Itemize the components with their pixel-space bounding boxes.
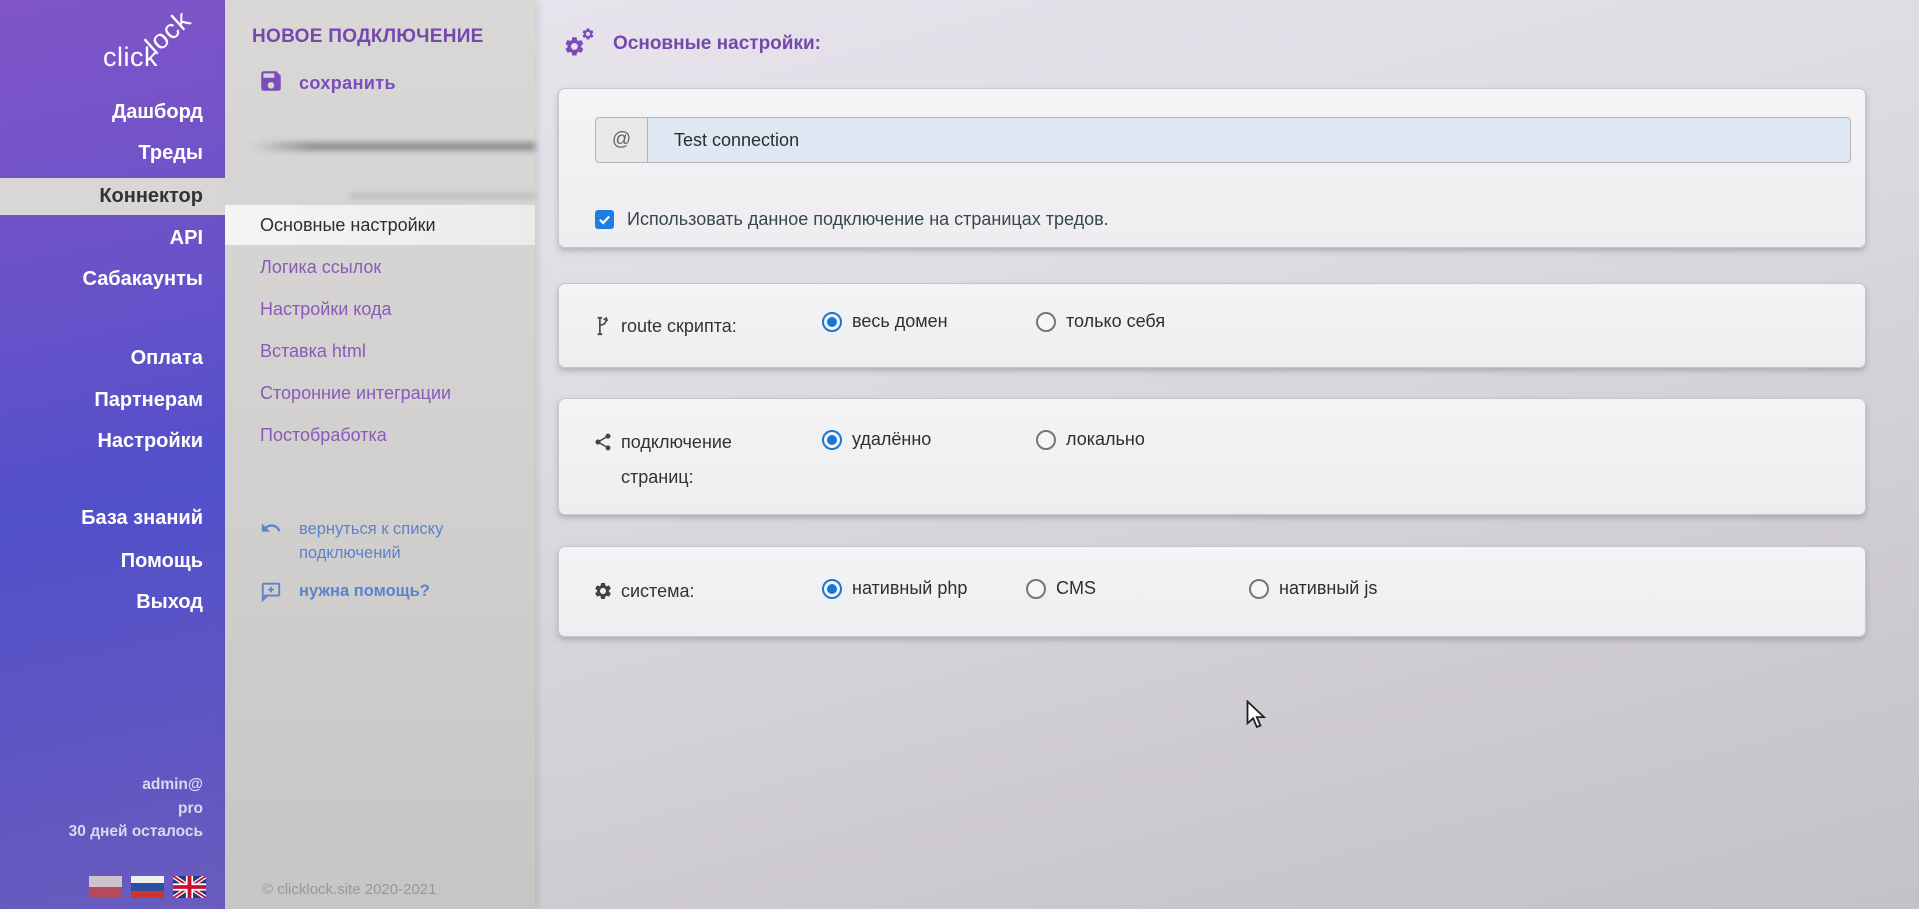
header-divider — [250, 142, 535, 151]
connection-name-input[interactable] — [648, 117, 1851, 163]
connection-title: НОВОЕ ПОДКЛЮЧЕНИЕ — [252, 26, 484, 48]
uk-flag-icon[interactable] — [173, 876, 206, 898]
account-user: admin@ — [0, 776, 203, 794]
radio-label: нативный js — [1279, 578, 1377, 599]
share-icon — [593, 432, 615, 454]
add-comment-icon — [260, 580, 282, 607]
sidebar-item-dashboard[interactable]: Дашборд — [0, 94, 225, 130]
route-icon — [593, 315, 615, 337]
clicklock-logo[interactable]: click lock — [0, 22, 225, 92]
radio-remote[interactable]: удалённо — [822, 429, 931, 450]
sidebar-item-api[interactable]: API — [0, 220, 225, 256]
sidebar-item-subaccounts[interactable]: Сабакаунты — [0, 261, 225, 297]
connection-name-card: @ Использовать данное подключение на стр… — [558, 88, 1866, 248]
tab-link-logic[interactable]: Логика ссылок — [225, 247, 535, 287]
connection-name-group: @ — [595, 117, 1851, 163]
radio-label: локально — [1066, 429, 1145, 450]
sidebar-item-payment[interactable]: Оплата — [0, 340, 225, 376]
gears-icon — [563, 27, 597, 61]
at-prefix: @ — [595, 117, 648, 163]
help-link-label: нужна помощь? — [299, 580, 430, 607]
radio-circle[interactable] — [822, 430, 842, 450]
radio-native-php[interactable]: нативный php — [822, 578, 967, 599]
save-button[interactable]: сохранить — [258, 68, 396, 99]
radio-circle[interactable] — [1036, 430, 1056, 450]
radio-circle[interactable] — [822, 579, 842, 599]
system-setting-card: система: нативный php CMS нативный js — [558, 546, 1866, 637]
main-sidebar: click lock Дашборд Треды Коннектор API С… — [0, 0, 225, 909]
radio-circle[interactable] — [1036, 312, 1056, 332]
mouse-cursor — [1246, 700, 1270, 730]
radio-label: только себя — [1066, 311, 1165, 332]
system-label: система: — [621, 574, 811, 609]
use-on-threads-checkbox[interactable] — [595, 210, 614, 229]
language-switcher — [89, 876, 206, 898]
radio-circle[interactable] — [1249, 579, 1269, 599]
russia-flag-icon[interactable] — [131, 876, 164, 898]
sidebar-item-help[interactable]: Помощь — [0, 543, 225, 579]
sidebar-item-logout[interactable]: Выход — [0, 584, 225, 620]
sidebar-item-settings[interactable]: Настройки — [0, 423, 225, 459]
section-header: Основные настройки: — [563, 27, 821, 61]
radio-whole-domain[interactable]: весь домен — [822, 311, 948, 332]
pages-label: подключение страниц: — [621, 425, 771, 495]
save-floppy-icon — [258, 68, 284, 99]
sidebar-item-connector[interactable]: Коннектор — [0, 178, 225, 215]
use-on-threads-label[interactable]: Использовать данное подключение на стран… — [627, 209, 1109, 230]
poland-flag-icon[interactable] — [89, 876, 122, 898]
radio-label: CMS — [1056, 578, 1096, 599]
use-on-threads-row: Использовать данное подключение на стран… — [595, 209, 1109, 230]
undo-arrow-icon — [260, 517, 282, 565]
radio-circle[interactable] — [822, 312, 842, 332]
pages-setting-card: подключение страниц: удалённо локально — [558, 398, 1866, 515]
sidebar-item-partners[interactable]: Партнерам — [0, 382, 225, 418]
radio-circle[interactable] — [1026, 579, 1046, 599]
radio-label: удалённо — [852, 429, 931, 450]
copyright-text: © clicklock.site 2020-2021 — [262, 881, 436, 898]
back-to-connections-link[interactable]: вернуться к списку подключений — [260, 517, 490, 565]
section-title: Основные настройки: — [613, 33, 821, 55]
tab-general-settings[interactable]: Основные настройки — [225, 205, 535, 245]
radio-only-self[interactable]: только себя — [1036, 311, 1165, 332]
radio-label: нативный php — [852, 578, 967, 599]
tab-postprocessing[interactable]: Постобработка — [225, 415, 535, 455]
tab-code-settings[interactable]: Настройки кода — [225, 289, 535, 329]
radio-native-js[interactable]: нативный js — [1249, 578, 1377, 599]
connection-sidebar: НОВОЕ ПОДКЛЮЧЕНИЕ сохранить Основные нас… — [225, 0, 535, 909]
radio-cms[interactable]: CMS — [1026, 578, 1096, 599]
radio-label: весь домен — [852, 311, 948, 332]
need-help-link[interactable]: нужна помощь? — [260, 580, 430, 607]
route-label: route скрипта: — [621, 309, 811, 344]
back-link-label: вернуться к списку подключений — [299, 517, 490, 565]
account-plan: pro — [0, 800, 203, 818]
app-window: click lock Дашборд Треды Коннектор API С… — [0, 0, 1919, 909]
gear-icon — [593, 581, 615, 603]
header-divider-2 — [350, 193, 535, 199]
save-button-label: сохранить — [299, 73, 396, 94]
sidebar-item-threads[interactable]: Треды — [0, 135, 225, 171]
account-days-left: 30 дней осталось — [0, 823, 203, 841]
radio-local[interactable]: локально — [1036, 429, 1145, 450]
route-setting-card: route скрипта: весь домен только себя — [558, 283, 1866, 368]
sidebar-item-knowledge-base[interactable]: База знаний — [0, 500, 225, 536]
tab-html-insert[interactable]: Вставка html — [225, 331, 535, 371]
tab-third-party[interactable]: Сторонние интеграции — [225, 373, 535, 413]
